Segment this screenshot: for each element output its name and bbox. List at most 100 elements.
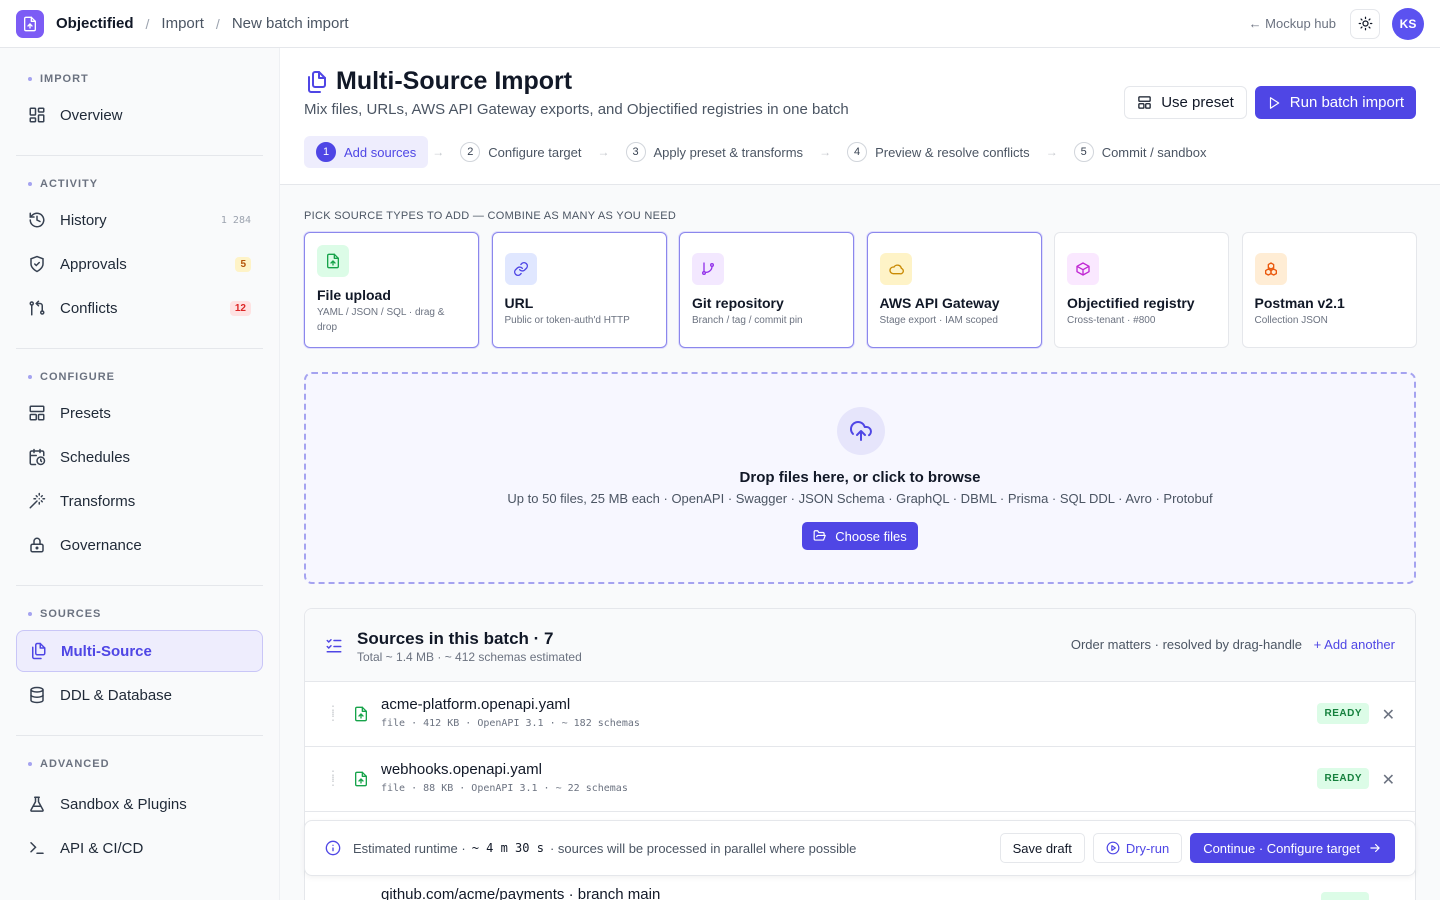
sidebar-section-sources: SOURCES <box>16 608 263 620</box>
drag-handle-icon[interactable]: ⋮ ⋮ <box>327 769 340 787</box>
source-card-url[interactable]: URL Public or token-auth'd HTTP <box>491 232 667 348</box>
list-checks-icon <box>326 639 342 653</box>
link-icon <box>504 253 537 285</box>
database-icon <box>30 686 44 704</box>
sidebar-item-presets[interactable]: Presets <box>16 393 263 433</box>
page-subtitle: Mix files, URLs, AWS API Gateway exports… <box>304 101 849 118</box>
shield-check-icon <box>30 255 44 273</box>
mockup-hub-link[interactable]: ← Mockup hub <box>1249 16 1336 31</box>
sidebar-item-label: Transforms <box>60 492 136 510</box>
sidebar-item-schedules[interactable]: Schedules <box>16 437 263 477</box>
play-circle-icon <box>1106 841 1120 855</box>
wand-icon <box>29 492 46 509</box>
app-logo-icon[interactable] <box>16 9 44 38</box>
sidebar-item-governance[interactable]: Governance <box>16 525 263 565</box>
source-card-objectified-registry[interactable]: Objectified registry Cross-tenant · #800 <box>1054 232 1229 348</box>
sidebar-section-activity: ACTIVITY <box>16 178 263 190</box>
source-meta: file · 412 KB · OpenAPI 3.1 · ~ 182 sche… <box>381 718 640 729</box>
sidebar-item-label: Presets <box>60 404 111 422</box>
sidebar-item-label: Approvals <box>60 255 127 273</box>
use-preset-button[interactable]: Use preset <box>1124 86 1247 119</box>
source-types-label: PICK SOURCE TYPES TO ADD — COMBINE AS MA… <box>304 210 677 222</box>
continue-button[interactable]: Continue · Configure target <box>1190 833 1395 863</box>
remove-source-button[interactable]: ✕ <box>1382 705 1395 725</box>
source-name: github.com/acme/payments · branch main <box>381 886 661 900</box>
sidebar-item-overview[interactable]: Overview <box>16 95 263 135</box>
remove-source-button[interactable]: ✕ <box>1382 770 1395 790</box>
theme-toggle-button[interactable] <box>1350 8 1380 39</box>
breadcrumb-separator: / <box>215 15 220 32</box>
source-name: webhooks.openapi.yaml <box>381 761 542 778</box>
file-dropzone[interactable]: Drop files here, or click to browse Up t… <box>304 372 1416 584</box>
play-icon <box>1269 96 1280 109</box>
step-apply-preset[interactable]: 3 Apply preset & transforms <box>614 136 816 168</box>
sidebar-item-api-cicd[interactable]: API & CI/CD <box>16 828 263 868</box>
runtime-value: ~ 4 m 30 s <box>471 841 544 855</box>
files-icon <box>308 70 326 93</box>
sidebar-item-ddl-database[interactable]: DDL & Database <box>16 675 263 715</box>
file-upload-icon <box>355 771 367 787</box>
step-preview-conflicts[interactable]: 4 Preview & resolve conflicts <box>835 136 1042 168</box>
history-count: 1 284 <box>220 214 251 226</box>
add-another-link[interactable]: + Add another <box>1314 637 1395 652</box>
status-badge: READY <box>1317 768 1369 789</box>
sidebar-item-label: Schedules <box>60 448 131 466</box>
drag-handle-icon[interactable]: ⋮ ⋮ <box>327 704 340 722</box>
dropzone-title: Drop files here, or click to browse <box>739 469 981 486</box>
cloud-upload-icon <box>837 407 885 455</box>
step-arrow: → <box>819 145 832 159</box>
runtime-label: Estimated runtime · <box>353 840 466 856</box>
sidebar-item-conflicts[interactable]: Conflicts 12 <box>16 288 263 328</box>
top-bar: Objectified / Import / New batch import … <box>0 0 1440 48</box>
sidebar-item-multi-source[interactable]: Multi-Source <box>16 630 263 672</box>
runtime-note: · sources will be processed in parallel … <box>549 840 857 856</box>
info-icon <box>325 840 341 856</box>
wizard-footer: Estimated runtime · ~ 4 m 30 s · sources… <box>304 820 1416 876</box>
lock-icon <box>30 537 44 553</box>
sidebar-section-configure: CONFIGURE <box>16 371 263 383</box>
sidebar-item-approvals[interactable]: Approvals 5 <box>16 244 263 284</box>
save-draft-button[interactable]: Save draft <box>999 833 1085 863</box>
files-icon <box>32 642 46 660</box>
step-arrow: → <box>597 145 610 159</box>
batch-title: Sources in this batch · 7 <box>357 629 554 648</box>
git-compare-icon <box>29 300 45 316</box>
main-content: Multi-Source Import Mix files, URLs, AWS… <box>280 48 1440 900</box>
sun-moon-icon <box>1358 16 1372 31</box>
page-title: Multi-Source Import <box>336 67 573 95</box>
source-card-file-upload[interactable]: File upload YAML / JSON / SQL · drag & d… <box>304 232 479 348</box>
brand-name[interactable]: Objectified <box>56 15 134 32</box>
sidebar-item-transforms[interactable]: Transforms <box>16 481 263 521</box>
status-badge: READY <box>1317 703 1369 724</box>
source-row-partial: github.com/acme/payments · branch main <box>304 878 1416 900</box>
source-card-aws-api-gateway[interactable]: AWS API Gateway Stage export · IAM scope… <box>866 232 1042 348</box>
breadcrumb-import[interactable]: Import <box>161 15 204 32</box>
dry-run-button[interactable]: Dry-run <box>1092 833 1183 863</box>
sidebar-item-label: Multi-Source <box>61 642 152 660</box>
choose-files-button[interactable]: Choose files <box>802 522 918 550</box>
sidebar-item-history[interactable]: History 1 284 <box>16 200 263 240</box>
sidebar-item-label: Overview <box>60 106 123 124</box>
history-icon <box>29 212 45 228</box>
step-add-sources[interactable]: 1 Add sources <box>304 136 429 168</box>
source-row: ⋮ ⋮ webhooks.openapi.yaml file · 88 KB · … <box>305 747 1415 812</box>
file-upload-icon <box>317 245 349 277</box>
sidebar-item-sandbox-plugins[interactable]: Sandbox & Plugins <box>16 784 263 824</box>
source-row: ⋮ ⋮ acme-platform.openapi.yaml file · 412… <box>305 682 1415 747</box>
terminal-icon <box>30 842 44 854</box>
source-card-postman[interactable]: Postman v2.1 Collection JSON <box>1241 232 1417 348</box>
layout-icon <box>29 405 45 421</box>
batch-summary: Total ~ 1.4 MB · ~ 412 schemas estimated <box>357 650 582 664</box>
folder-open-icon <box>813 530 827 541</box>
step-commit-sandbox[interactable]: 5 Commit / sandbox <box>1062 136 1219 168</box>
arrow-right-icon <box>1370 843 1380 853</box>
source-card-git-repository[interactable]: Git repository Branch / tag / commit pin <box>679 232 854 348</box>
run-batch-import-button[interactable]: Run batch import <box>1254 86 1416 119</box>
step-configure-target[interactable]: 2 Configure target <box>448 136 593 168</box>
sidebar-item-label: History <box>60 211 107 229</box>
sidebar-section-advanced: ADVANCED <box>16 758 263 770</box>
layout-icon <box>1138 96 1151 109</box>
box-icon <box>1067 253 1099 285</box>
conflicts-badge: 12 <box>229 300 251 316</box>
user-avatar[interactable]: KS <box>1392 7 1424 40</box>
